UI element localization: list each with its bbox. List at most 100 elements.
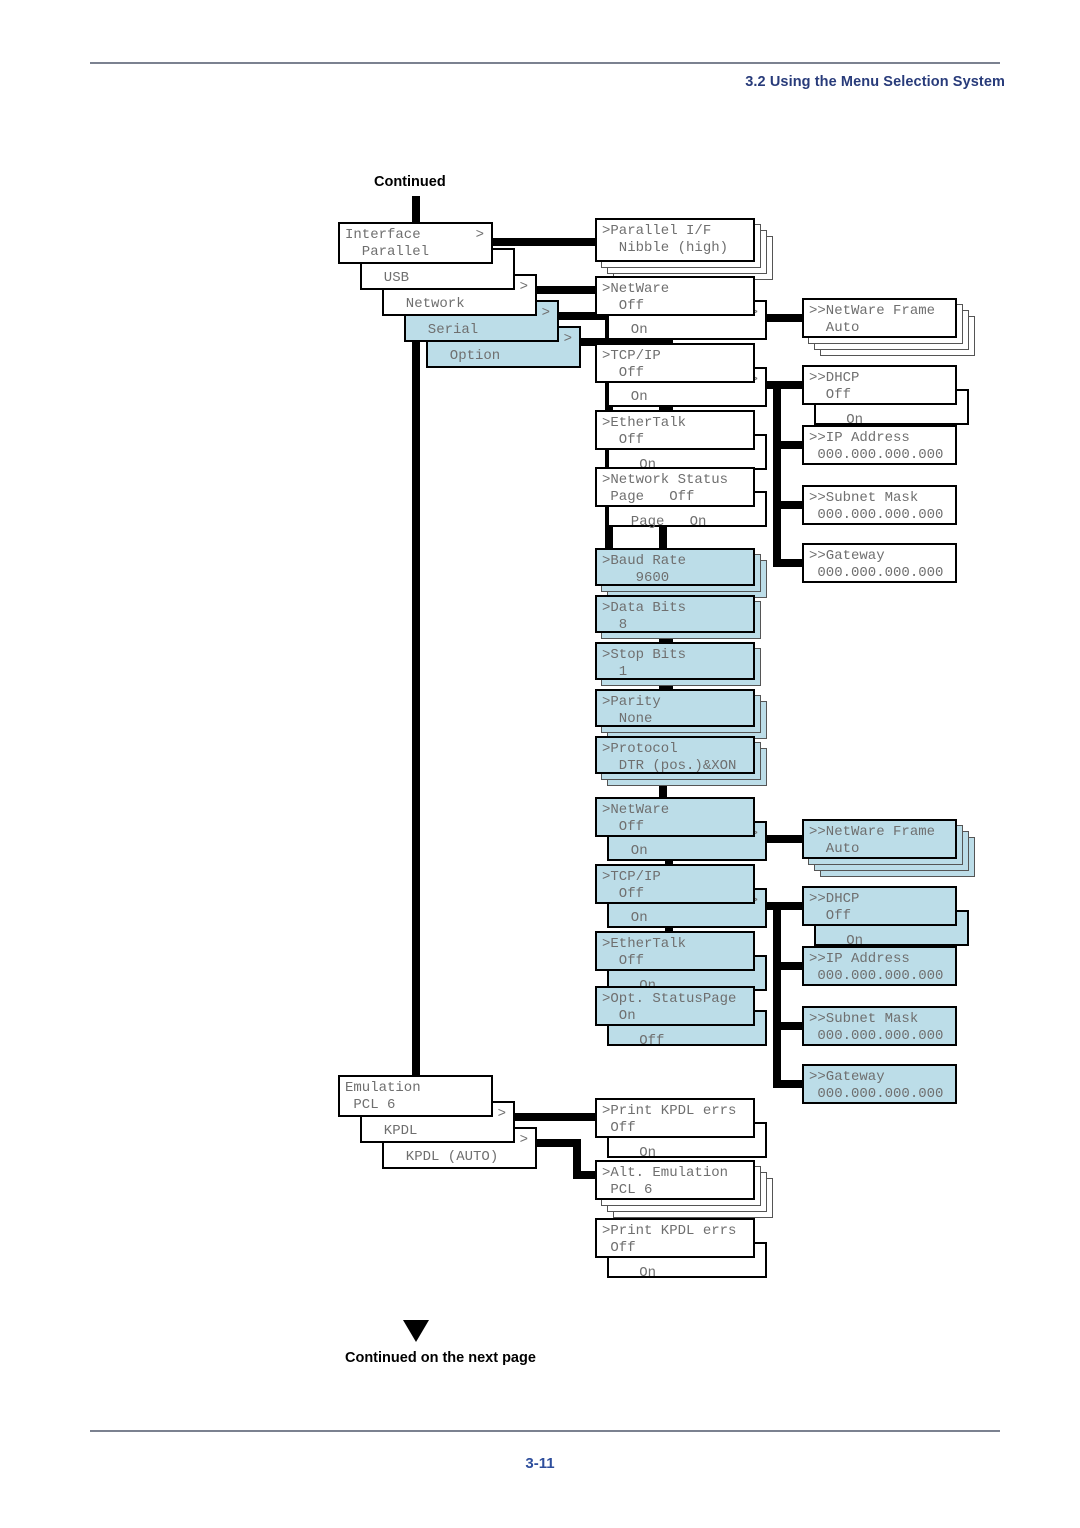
emulation-menu-item-0-line1: Emulation bbox=[345, 1080, 421, 1096]
option-subnet-box[interactable]: >>Subnet Mask 000.000.000.000 bbox=[802, 1006, 957, 1046]
network-dhcp-box-line1: >>DHCP bbox=[809, 370, 860, 386]
option-ip-box-line1: >>IP Address bbox=[809, 951, 910, 967]
network-ip-box[interactable]: >>IP Address 000.000.000.000 bbox=[802, 425, 957, 465]
network-tcpip-box-line1: >TCP/IP bbox=[602, 348, 661, 364]
netware-frame-branch bbox=[763, 314, 806, 322]
network-dhcp-box[interactable]: >>DHCP Off bbox=[802, 365, 957, 405]
network-ip-box-line2: 000.000.000.000 bbox=[809, 447, 944, 463]
option-netware-box-line2: Off bbox=[602, 819, 645, 835]
serial-item-3-line2: None bbox=[602, 711, 653, 727]
option-ip-box-line2: 000.000.000.000 bbox=[809, 968, 944, 984]
network-tcpip-alt-value: On bbox=[614, 389, 648, 405]
print-kpdl-errs-2-box-line1: >Print KPDL errs bbox=[602, 1223, 737, 1239]
alt-emulation-box-line1: >Alt. Emulation bbox=[602, 1165, 729, 1181]
interface-menu-item-2-line2: Network bbox=[389, 296, 465, 312]
network-statuspage-box[interactable]: >Network Status Page Off bbox=[595, 467, 755, 507]
parallel-if-box-line1: >Parallel I/F bbox=[602, 223, 712, 239]
network-netware-box-line2: Off bbox=[602, 298, 645, 314]
interface-menu-item-0-submenu-arrow-icon: > bbox=[475, 227, 484, 243]
serial-item-3-line1: >Parity bbox=[602, 694, 661, 710]
option-netware-frame-box-line1: >>NetWare Frame bbox=[809, 824, 936, 840]
serial-item-4-line2: DTR (pos.)&XON bbox=[602, 758, 737, 774]
document-page: 3.2 Using the Menu Selection System Cont… bbox=[0, 0, 1080, 1528]
serial-item-1-line2: 8 bbox=[602, 617, 628, 633]
option-netware-box-line1: >NetWare bbox=[602, 802, 670, 818]
network-statuspage-box-line1: >Network Status bbox=[602, 472, 729, 488]
option-tcpip-alt-value: On bbox=[614, 910, 648, 926]
network-netware-frame-box-line1: >>NetWare Frame bbox=[809, 303, 936, 319]
menu-tree-diagram: ContinuedInterface Option>Interface Seri… bbox=[0, 0, 1080, 1420]
print-kpdl-errs-2-box-line2: Off bbox=[602, 1240, 636, 1256]
interface-menu-item-0[interactable]: Interface Parallel > bbox=[338, 222, 493, 264]
network-tcpip-box-line2: Off bbox=[602, 365, 645, 381]
parallel-branch-line bbox=[489, 238, 599, 246]
interface-menu-item-4-line2: Option bbox=[433, 348, 501, 364]
option-netware-frame-box[interactable]: >>NetWare Frame Auto bbox=[802, 819, 957, 859]
option-gateway-box[interactable]: >>Gateway 000.000.000.000 bbox=[802, 1064, 957, 1104]
emulation-menu-item-0[interactable]: Emulation PCL 6 bbox=[338, 1075, 493, 1117]
network-gateway-box-line1: >>Gateway bbox=[809, 548, 885, 564]
alt-emulation-box-line2: PCL 6 bbox=[602, 1182, 653, 1198]
kpdlauto-branch-h2 bbox=[573, 1171, 595, 1179]
interface-menu-item-4-submenu-arrow-icon: > bbox=[563, 331, 572, 347]
serial-item-2-line2: 1 bbox=[602, 664, 628, 680]
network-netware-frame-box[interactable]: >>NetWare Frame Auto bbox=[802, 298, 957, 338]
serial-item-3[interactable]: >Parity None bbox=[595, 689, 755, 727]
option-ethertalk-box-line1: >EtherTalk bbox=[602, 936, 687, 952]
option-statuspage-box-line1: >Opt. StatusPage bbox=[602, 991, 737, 1007]
serial-item-2[interactable]: >Stop Bits 1 bbox=[595, 642, 755, 680]
option-tcpip-box-line2: Off bbox=[602, 886, 645, 902]
footer-rule bbox=[90, 1430, 1000, 1432]
emulation-menu-item-0-line2: PCL 6 bbox=[345, 1097, 396, 1113]
option-tcpip-box[interactable]: >TCP/IP Off bbox=[595, 864, 755, 904]
option-ip-box[interactable]: >>IP Address 000.000.000.000 bbox=[802, 946, 957, 986]
network-netware-box[interactable]: >NetWare Off bbox=[595, 276, 755, 316]
network-ethertalk-box[interactable]: >EtherTalk Off bbox=[595, 410, 755, 450]
network-dhcp-box-line2: Off bbox=[809, 387, 852, 403]
network-ip-box-line1: >>IP Address bbox=[809, 430, 910, 446]
serial-item-2-line1: >Stop Bits bbox=[602, 647, 687, 663]
option-gateway-box-line1: >>Gateway bbox=[809, 1069, 885, 1085]
option-ethertalk-box[interactable]: >EtherTalk Off bbox=[595, 931, 755, 971]
kpdl-branch-line bbox=[511, 1113, 599, 1121]
interface-menu-item-0-line2: Parallel bbox=[345, 244, 430, 260]
serial-item-1-line1: >Data Bits bbox=[602, 600, 687, 616]
alt-emulation-box[interactable]: >Alt. Emulation PCL 6 bbox=[595, 1160, 755, 1200]
interface-menu-item-0-line1: Interface bbox=[345, 227, 421, 243]
parallel-if-box-line2: Nibble (high) bbox=[602, 240, 729, 256]
option-dhcp-box[interactable]: >>DHCP Off bbox=[802, 886, 957, 926]
network-subnet-box[interactable]: >>Subnet Mask 000.000.000.000 bbox=[802, 485, 957, 525]
trunk-main bbox=[412, 264, 420, 1082]
network-subnet-box-line2: 000.000.000.000 bbox=[809, 507, 944, 523]
option-netware-frame-branch bbox=[763, 835, 806, 843]
option-statuspage-box-line2: On bbox=[602, 1008, 636, 1024]
option-subnet-box-line2: 000.000.000.000 bbox=[809, 1028, 944, 1044]
serial-item-0-line2: 9600 bbox=[602, 570, 670, 586]
option-statuspage-box[interactable]: >Opt. StatusPage On bbox=[595, 986, 755, 1026]
serial-item-4[interactable]: >Protocol DTR (pos.)&XON bbox=[595, 736, 755, 774]
continued-label: Continued bbox=[374, 174, 446, 190]
network-netware-frame-box-line2: Auto bbox=[809, 320, 860, 336]
option-gateway-box-line2: 000.000.000.000 bbox=[809, 1086, 944, 1102]
print-kpdl-errs-1-box-line2: Off bbox=[602, 1120, 636, 1136]
network-branch-line bbox=[533, 286, 599, 294]
parallel-if-box[interactable]: >Parallel I/F Nibble (high) bbox=[595, 218, 755, 262]
print-kpdl-errs-2-box[interactable]: >Print KPDL errs Off bbox=[595, 1218, 755, 1258]
network-right-bus-2 bbox=[773, 533, 781, 559]
serial-item-1[interactable]: >Data Bits 8 bbox=[595, 595, 755, 633]
serial-item-0-line1: >Baud Rate bbox=[602, 553, 687, 569]
network-gateway-box[interactable]: >>Gateway 000.000.000.000 bbox=[802, 543, 957, 583]
print-kpdl-errs-1-box[interactable]: >Print KPDL errs Off bbox=[595, 1098, 755, 1138]
serial-item-0[interactable]: >Baud Rate 9600 bbox=[595, 548, 755, 586]
option-tcpip-box-line1: >TCP/IP bbox=[602, 869, 661, 885]
option-netware-box[interactable]: >NetWare Off bbox=[595, 797, 755, 837]
network-subnet-box-line1: >>Subnet Mask bbox=[809, 490, 919, 506]
option-right-bus bbox=[773, 902, 781, 1060]
network-tcpip-box[interactable]: >TCP/IP Off bbox=[595, 343, 755, 383]
option-statuspage-alt-value: Off bbox=[614, 1033, 665, 1049]
emulation-menu-item-2-submenu-arrow-icon: > bbox=[519, 1132, 528, 1148]
option-dhcp-box-line1: >>DHCP bbox=[809, 891, 860, 907]
network-statuspage-box-line2: Page Off bbox=[602, 489, 695, 505]
option-right-bus-2 bbox=[773, 1054, 781, 1080]
interface-menu-item-3-submenu-arrow-icon: > bbox=[541, 305, 550, 321]
